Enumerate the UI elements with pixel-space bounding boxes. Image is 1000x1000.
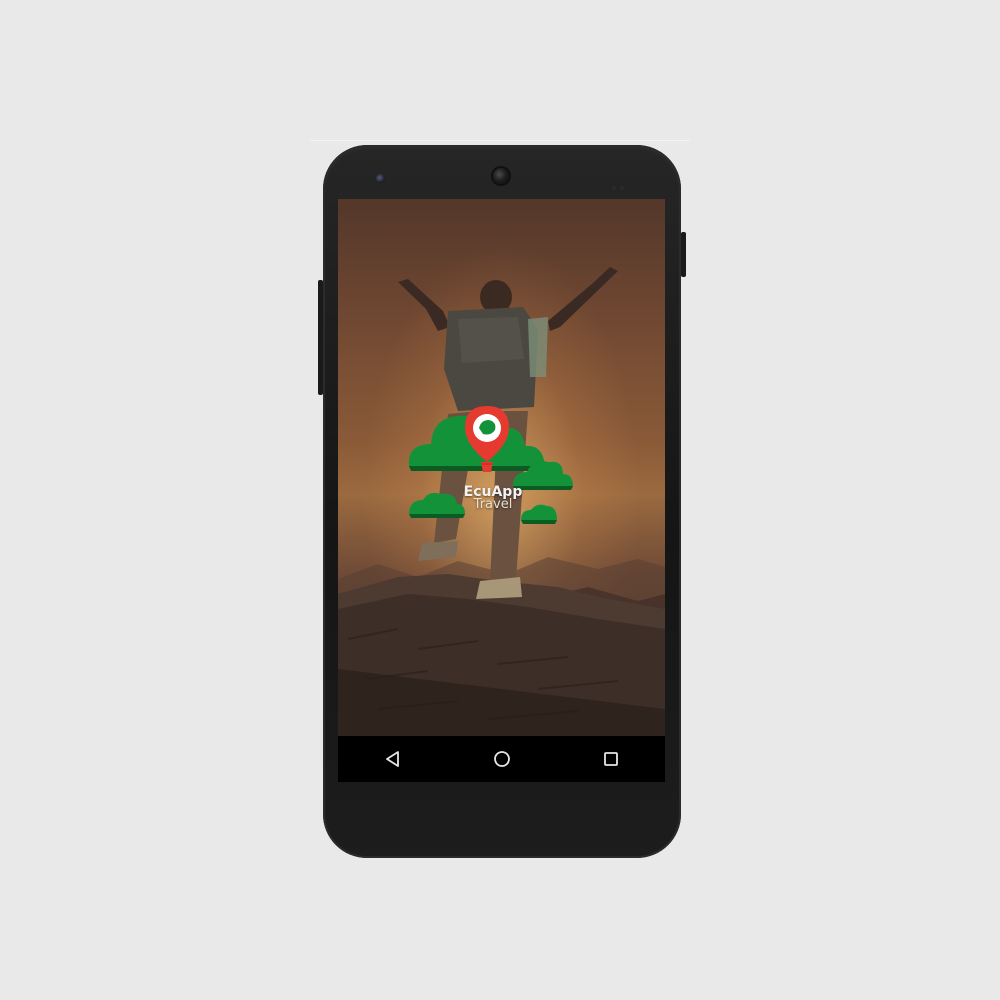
back-triangle-icon [385, 751, 399, 767]
app-name-secondary: Travel [473, 497, 513, 512]
nav-back-button[interactable] [373, 739, 413, 779]
nav-home-button[interactable] [482, 739, 522, 779]
nav-recents-button[interactable] [591, 739, 631, 779]
background-divider [310, 140, 690, 141]
power-button[interactable] [681, 232, 686, 277]
app-wordmark: EcuApp Travel [448, 485, 538, 512]
home-circle-icon [493, 751, 510, 767]
proximity-sensor [376, 174, 385, 183]
recents-square-icon [603, 752, 618, 766]
speaker-grille [612, 175, 632, 190]
ecuapp-logo [408, 406, 573, 524]
android-nav-bar [338, 736, 665, 782]
front-camera [493, 168, 509, 184]
phone-screen: EcuApp Travel [338, 199, 665, 782]
